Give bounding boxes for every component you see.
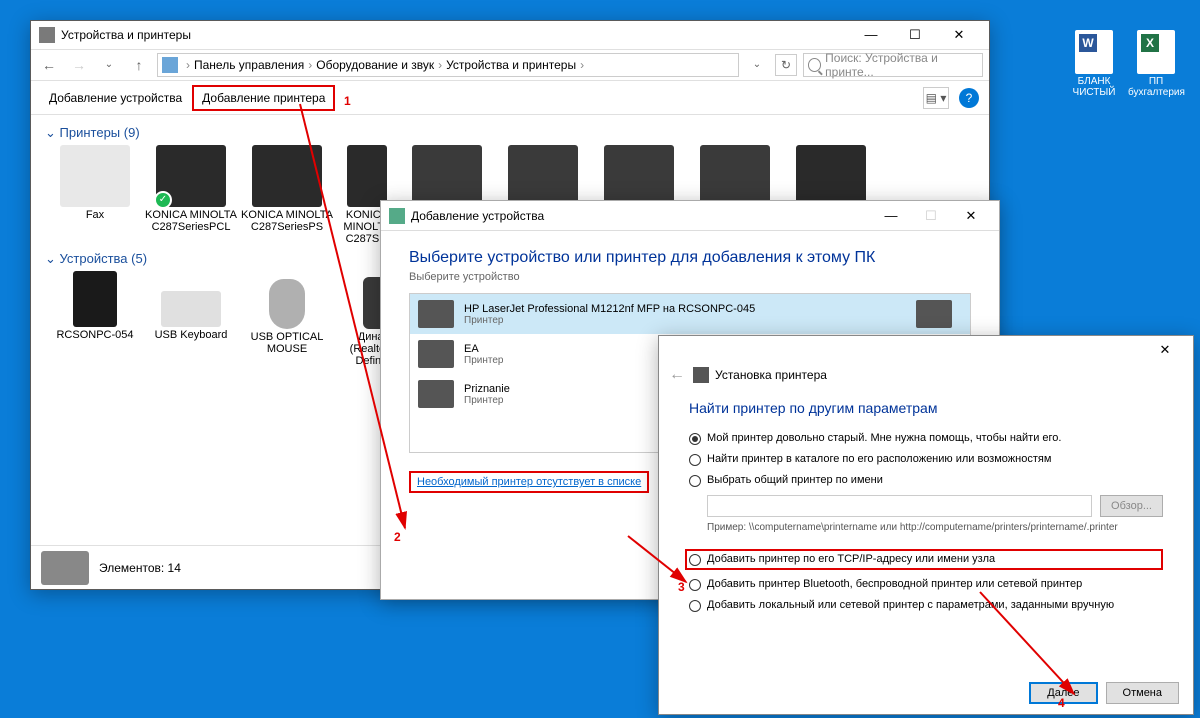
minimize-button[interactable]: — xyxy=(849,21,893,49)
minimize-button[interactable]: — xyxy=(871,202,911,230)
add-device-cmd[interactable]: Добавление устройства xyxy=(41,87,190,109)
maximize-button[interactable]: ☐ xyxy=(893,21,937,49)
annotation-3: 3 xyxy=(678,580,685,594)
control-panel-icon xyxy=(162,57,178,73)
example-text: Пример: \\computername\printername или h… xyxy=(707,521,1163,535)
default-badge xyxy=(154,191,172,209)
printers-group-header[interactable]: Принтеры (9) xyxy=(45,125,971,141)
excel-icon xyxy=(1137,30,1175,74)
radio-manual[interactable]: Добавить локальный или сетевой принтер с… xyxy=(689,599,1163,612)
printer-item[interactable]: KONICA MINOLTA C287SeriesPS xyxy=(241,145,333,245)
device-list-item[interactable]: HP LaserJet Professional M1212nf MFP на … xyxy=(410,294,970,334)
back-button[interactable]: ← xyxy=(669,366,685,384)
device-item[interactable]: USB Keyboard xyxy=(145,271,237,367)
mfp-icon xyxy=(252,145,322,207)
device-item[interactable]: USB OPTICAL MOUSE xyxy=(241,271,333,367)
recent-dropdown[interactable]: ⌄ xyxy=(97,53,121,77)
wiz1-sub: Выберите устройство xyxy=(409,271,971,283)
breadcrumb[interactable]: › Панель управления› Оборудование и звук… xyxy=(157,53,739,77)
maximize-button[interactable]: ☐ xyxy=(911,202,951,230)
close-button[interactable]: ✕ xyxy=(951,202,991,230)
radio-icon xyxy=(689,475,701,487)
fax-icon xyxy=(60,145,130,207)
mouse-icon xyxy=(269,279,305,329)
printer-not-listed-link[interactable]: Необходимый принтер отсутствует в списке xyxy=(409,471,649,493)
browse-button[interactable]: Обзор... xyxy=(1100,495,1163,517)
search-icon xyxy=(808,58,821,72)
view-button[interactable]: ▤ ▾ xyxy=(923,87,949,109)
install-printer-wizard: ✕ ← Установка принтера Найти принтер по … xyxy=(658,335,1194,715)
breadcrumb-dropdown[interactable]: ⌄ xyxy=(745,53,769,77)
wiz1-heading: Выберите устройство или принтер для доба… xyxy=(409,249,971,267)
status-text: Элементов: 14 xyxy=(99,561,181,575)
wiz2-nav-title: Установка принтера xyxy=(715,368,827,382)
printer-icon xyxy=(412,145,482,207)
back-button[interactable]: ← xyxy=(37,53,61,77)
close-button[interactable]: ✕ xyxy=(937,21,981,49)
radio-directory[interactable]: Найти принтер в каталоге по его располож… xyxy=(689,453,1163,466)
mfp-icon xyxy=(156,145,226,207)
wiz2-heading: Найти принтер по другим параметрам xyxy=(689,400,1163,416)
printer-icon xyxy=(916,300,952,328)
wiz2-nav: ← Установка принтера xyxy=(659,364,1193,386)
printer-icon xyxy=(508,145,578,207)
word-icon xyxy=(1075,30,1113,74)
wiz1-title: Добавление устройства xyxy=(411,209,544,223)
wiz1-titlebar[interactable]: Добавление устройства — ☐ ✕ xyxy=(381,201,999,231)
mfp-icon xyxy=(347,145,387,207)
printer-item[interactable]: KONICA MINOLTA C287SeriesPCL xyxy=(145,145,237,245)
radio-tcpip[interactable]: Добавить принтер по его TCP/IP-адресу ил… xyxy=(685,549,1163,570)
camera-icon xyxy=(41,551,89,585)
printer-icon xyxy=(418,380,454,408)
command-bar: Добавление устройства Добавление принтер… xyxy=(31,81,989,115)
cancel-button[interactable]: Отмена xyxy=(1106,682,1179,704)
search-input[interactable]: Поиск: Устройства и принте... xyxy=(803,53,983,77)
desktop-icon-excel[interactable]: ПП бухгалтерия xyxy=(1128,30,1184,98)
radio-icon xyxy=(689,554,701,566)
up-button[interactable]: ↑ xyxy=(127,53,151,77)
share-name-input[interactable] xyxy=(707,495,1092,517)
mfp-icon xyxy=(796,145,866,207)
printer-icon xyxy=(604,145,674,207)
radio-icon xyxy=(689,579,701,591)
printer-item[interactable]: Fax xyxy=(49,145,141,245)
forward-button[interactable]: → xyxy=(67,53,91,77)
annotation-2: 2 xyxy=(394,530,401,544)
radio-bluetooth[interactable]: Добавить принтер Bluetooth, беспроводной… xyxy=(689,578,1163,591)
printer-icon xyxy=(693,367,709,383)
annotation-1: 1 xyxy=(344,94,351,108)
keyboard-icon xyxy=(161,291,221,327)
radio-shared-name[interactable]: Выбрать общий принтер по имени xyxy=(689,474,1163,487)
device-icon xyxy=(389,208,405,224)
help-button[interactable]: ? xyxy=(959,88,979,108)
printer-icon xyxy=(700,145,770,207)
explorer-titlebar[interactable]: Устройства и принтеры — ☐ ✕ xyxy=(31,21,989,49)
printer-icon xyxy=(418,300,454,328)
radio-icon xyxy=(689,433,701,445)
wiz2-titlebar[interactable]: ✕ xyxy=(659,336,1193,364)
refresh-button[interactable]: ↻ xyxy=(775,54,797,76)
devices-printers-icon xyxy=(39,27,55,43)
radio-icon xyxy=(689,454,701,466)
device-item[interactable]: RCSONPC-054 xyxy=(49,271,141,367)
annotation-4: 4 xyxy=(1058,696,1065,710)
radio-old-printer[interactable]: Мой принтер довольно старый. Мне нужна п… xyxy=(689,432,1163,445)
pc-icon xyxy=(73,271,117,327)
add-printer-cmd[interactable]: Добавление принтера xyxy=(192,85,335,111)
window-title: Устройства и принтеры xyxy=(61,28,191,42)
printer-icon xyxy=(418,340,454,368)
radio-icon xyxy=(689,600,701,612)
close-button[interactable]: ✕ xyxy=(1145,336,1185,364)
desktop-icon-word[interactable]: БЛАНК ЧИСТЫЙ xyxy=(1066,30,1122,98)
nav-bar: ← → ⌄ ↑ › Панель управления› Оборудовани… xyxy=(31,49,989,81)
